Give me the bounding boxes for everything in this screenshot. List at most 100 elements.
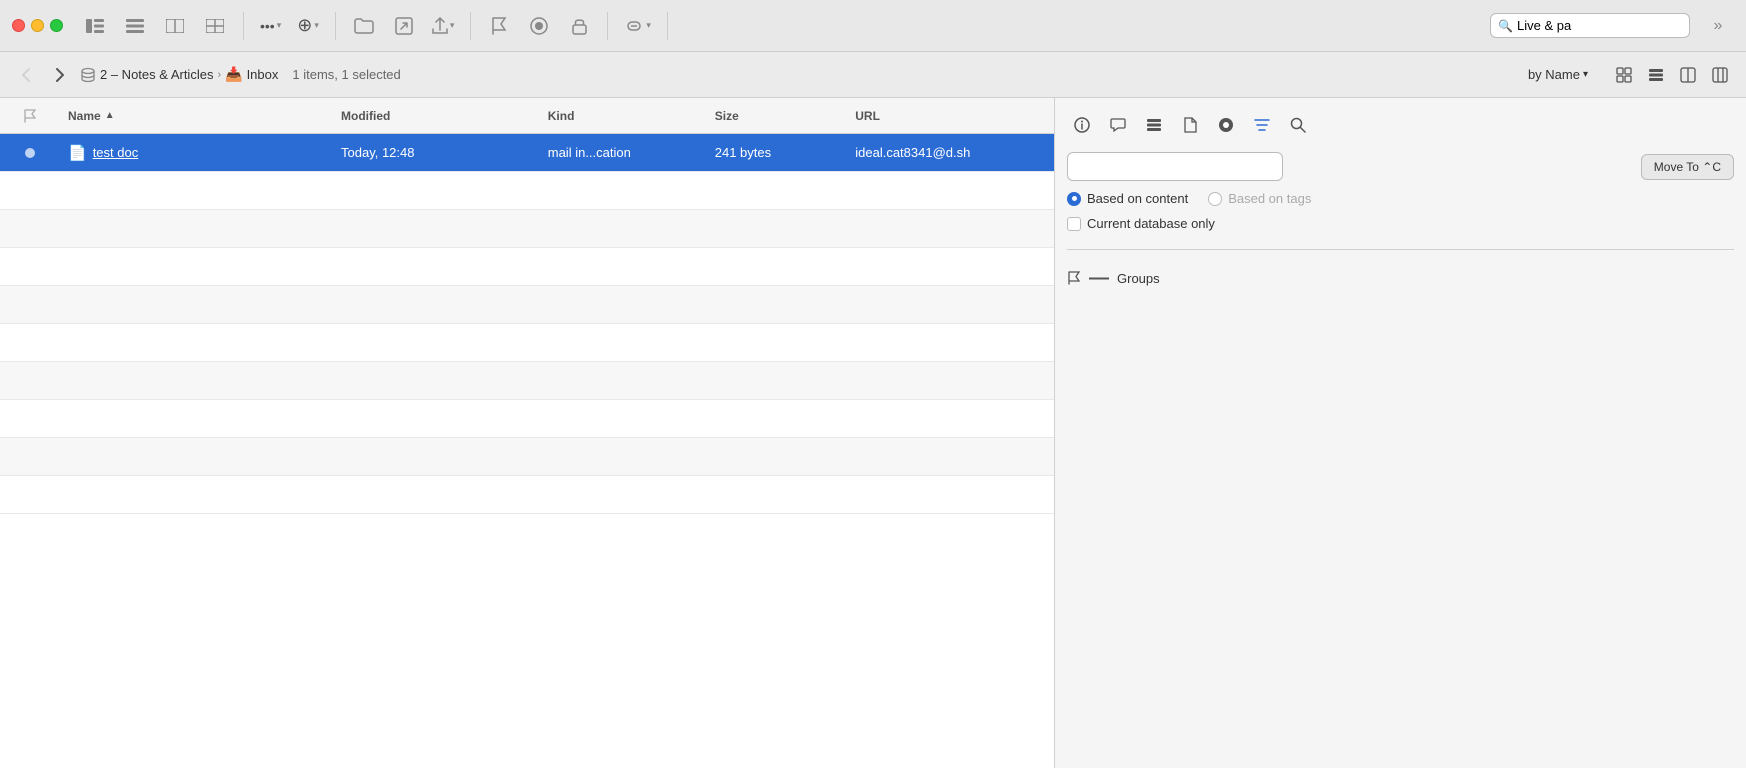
link-chevron-icon: ▾ [646, 20, 651, 31]
search-button[interactable] [1283, 110, 1313, 140]
row-url: ideal.cat8341@d.sh [847, 145, 1054, 160]
cover-view-button[interactable] [1706, 61, 1734, 89]
empty-row [0, 324, 1054, 362]
current-db-only-checkbox[interactable]: Current database only [1067, 216, 1734, 231]
more-icon: ••• [260, 18, 275, 34]
add-icon: ⊕ [297, 15, 312, 36]
col-size-label: Size [715, 109, 739, 123]
radio-tags-label: Based on tags [1228, 191, 1311, 206]
file-name[interactable]: test doc [93, 145, 139, 160]
col-url-label: URL [855, 109, 880, 123]
breadcrumb-arrow: › [217, 69, 221, 81]
flag-button[interactable] [483, 10, 515, 42]
titlebar: ••• ▾ ⊕ ▾ ▾ [0, 0, 1746, 52]
col-header-size[interactable]: Size [707, 109, 848, 123]
empty-row [0, 286, 1054, 324]
search-input[interactable] [1067, 152, 1283, 181]
split-view-button[interactable] [1674, 61, 1702, 89]
col-kind-label: Kind [548, 109, 575, 123]
file-row[interactable]: 📄 test doc Today, 12:48 mail in...cation… [0, 134, 1054, 172]
add-button[interactable]: ⊕ ▾ [293, 10, 323, 42]
radio-content-indicator [1067, 192, 1081, 206]
filter-lines-button[interactable] [1247, 110, 1277, 140]
separator-3 [470, 12, 471, 40]
link-out-button[interactable] [388, 10, 420, 42]
empty-row [0, 248, 1054, 286]
expand-sidebar-button[interactable]: » [1702, 10, 1734, 42]
forward-button[interactable] [46, 61, 74, 89]
record-button[interactable] [523, 10, 555, 42]
empty-row [0, 438, 1054, 476]
row-modified: Today, 12:48 [333, 145, 540, 160]
radio-based-on-content[interactable]: Based on content [1067, 191, 1188, 206]
empty-row [0, 400, 1054, 438]
empty-row [0, 362, 1054, 400]
link-button[interactable]: ▾ [620, 10, 655, 42]
file-list: 📄 test doc Today, 12:48 mail in...cation… [0, 134, 1054, 768]
list-button[interactable] [1139, 110, 1169, 140]
checkbox-indicator [1067, 217, 1081, 231]
col-header-modified[interactable]: Modified [333, 109, 540, 123]
separator-4 [607, 12, 608, 40]
close-button[interactable] [12, 19, 25, 32]
search-options: Based on content Based on tags [1067, 191, 1734, 206]
lock-button[interactable] [563, 10, 595, 42]
separator-1 [243, 12, 244, 40]
navbar: 2 – Notes & Articles › 📥 Inbox 1 items, … [0, 52, 1746, 98]
annotation-button[interactable] [1103, 110, 1133, 140]
row-kind: mail in...cation [540, 145, 707, 160]
info-button[interactable] [1067, 110, 1097, 140]
list-view-button[interactable] [1642, 61, 1670, 89]
radio-based-on-tags[interactable]: Based on tags [1208, 191, 1311, 206]
view-list-button[interactable] [119, 10, 151, 42]
file-pane: Name ▲ Modified Kind Size URL [0, 98, 1055, 768]
live-search-input[interactable] [1490, 13, 1690, 38]
live-search-icon: 🔍 [1498, 19, 1513, 33]
minimize-button[interactable] [31, 19, 44, 32]
column-headers: Name ▲ Modified Kind Size URL [0, 98, 1054, 134]
share-button[interactable]: ▾ [428, 10, 459, 42]
search-input-container: 🔍 Move To ⌃C [1067, 152, 1734, 181]
empty-row [0, 476, 1054, 514]
inbox-name: Inbox [247, 67, 279, 82]
col-header-kind[interactable]: Kind [540, 109, 707, 123]
right-toolbar [1067, 110, 1734, 140]
groups-section: — Groups [1067, 268, 1734, 288]
view-outline-button[interactable] [199, 10, 231, 42]
circle-button[interactable] [1211, 110, 1241, 140]
col-header-url[interactable]: URL [847, 109, 1054, 123]
doc-button[interactable] [1175, 110, 1205, 140]
view-split-button[interactable] [159, 10, 191, 42]
groups-flag-icon [1067, 271, 1081, 285]
sort-chevron-icon: ▾ [1583, 69, 1588, 80]
row-size: 241 bytes [707, 145, 848, 160]
sort-label: by Name [1528, 67, 1580, 82]
separator-5 [667, 12, 668, 40]
add-chevron-icon: ▾ [314, 20, 319, 31]
checkbox-label: Current database only [1087, 216, 1215, 231]
icon-view-button[interactable] [1610, 61, 1638, 89]
col-header-flag [0, 109, 60, 123]
empty-row [0, 210, 1054, 248]
breadcrumb: 2 – Notes & Articles › 📥 Inbox [80, 66, 278, 83]
view-buttons [1610, 61, 1734, 89]
back-button[interactable] [12, 61, 40, 89]
col-header-name[interactable]: Name ▲ [60, 109, 333, 123]
traffic-lights [12, 19, 63, 32]
sidebar-toggle-button[interactable] [79, 10, 111, 42]
right-panel: 🔍 Move To ⌃C Based on content Based on t… [1055, 98, 1746, 768]
sort-button[interactable]: by Name ▾ [1520, 64, 1596, 85]
maximize-button[interactable] [50, 19, 63, 32]
empty-row [0, 172, 1054, 210]
search-box-wrapper: 🔍 [1067, 152, 1633, 181]
breadcrumb-database[interactable]: 2 – Notes & Articles [80, 67, 213, 83]
more-button[interactable]: ••• ▾ [256, 10, 285, 42]
radio-content-label: Based on content [1087, 191, 1188, 206]
folder-button[interactable] [348, 10, 380, 42]
move-to-button[interactable]: Move To ⌃C [1641, 154, 1734, 180]
breadcrumb-inbox[interactable]: 📥 Inbox [225, 66, 278, 83]
groups-label: Groups [1117, 271, 1160, 286]
groups-dash-icon: — [1089, 268, 1109, 288]
row-name-cell: 📄 test doc [60, 144, 333, 162]
unread-indicator [25, 148, 35, 158]
